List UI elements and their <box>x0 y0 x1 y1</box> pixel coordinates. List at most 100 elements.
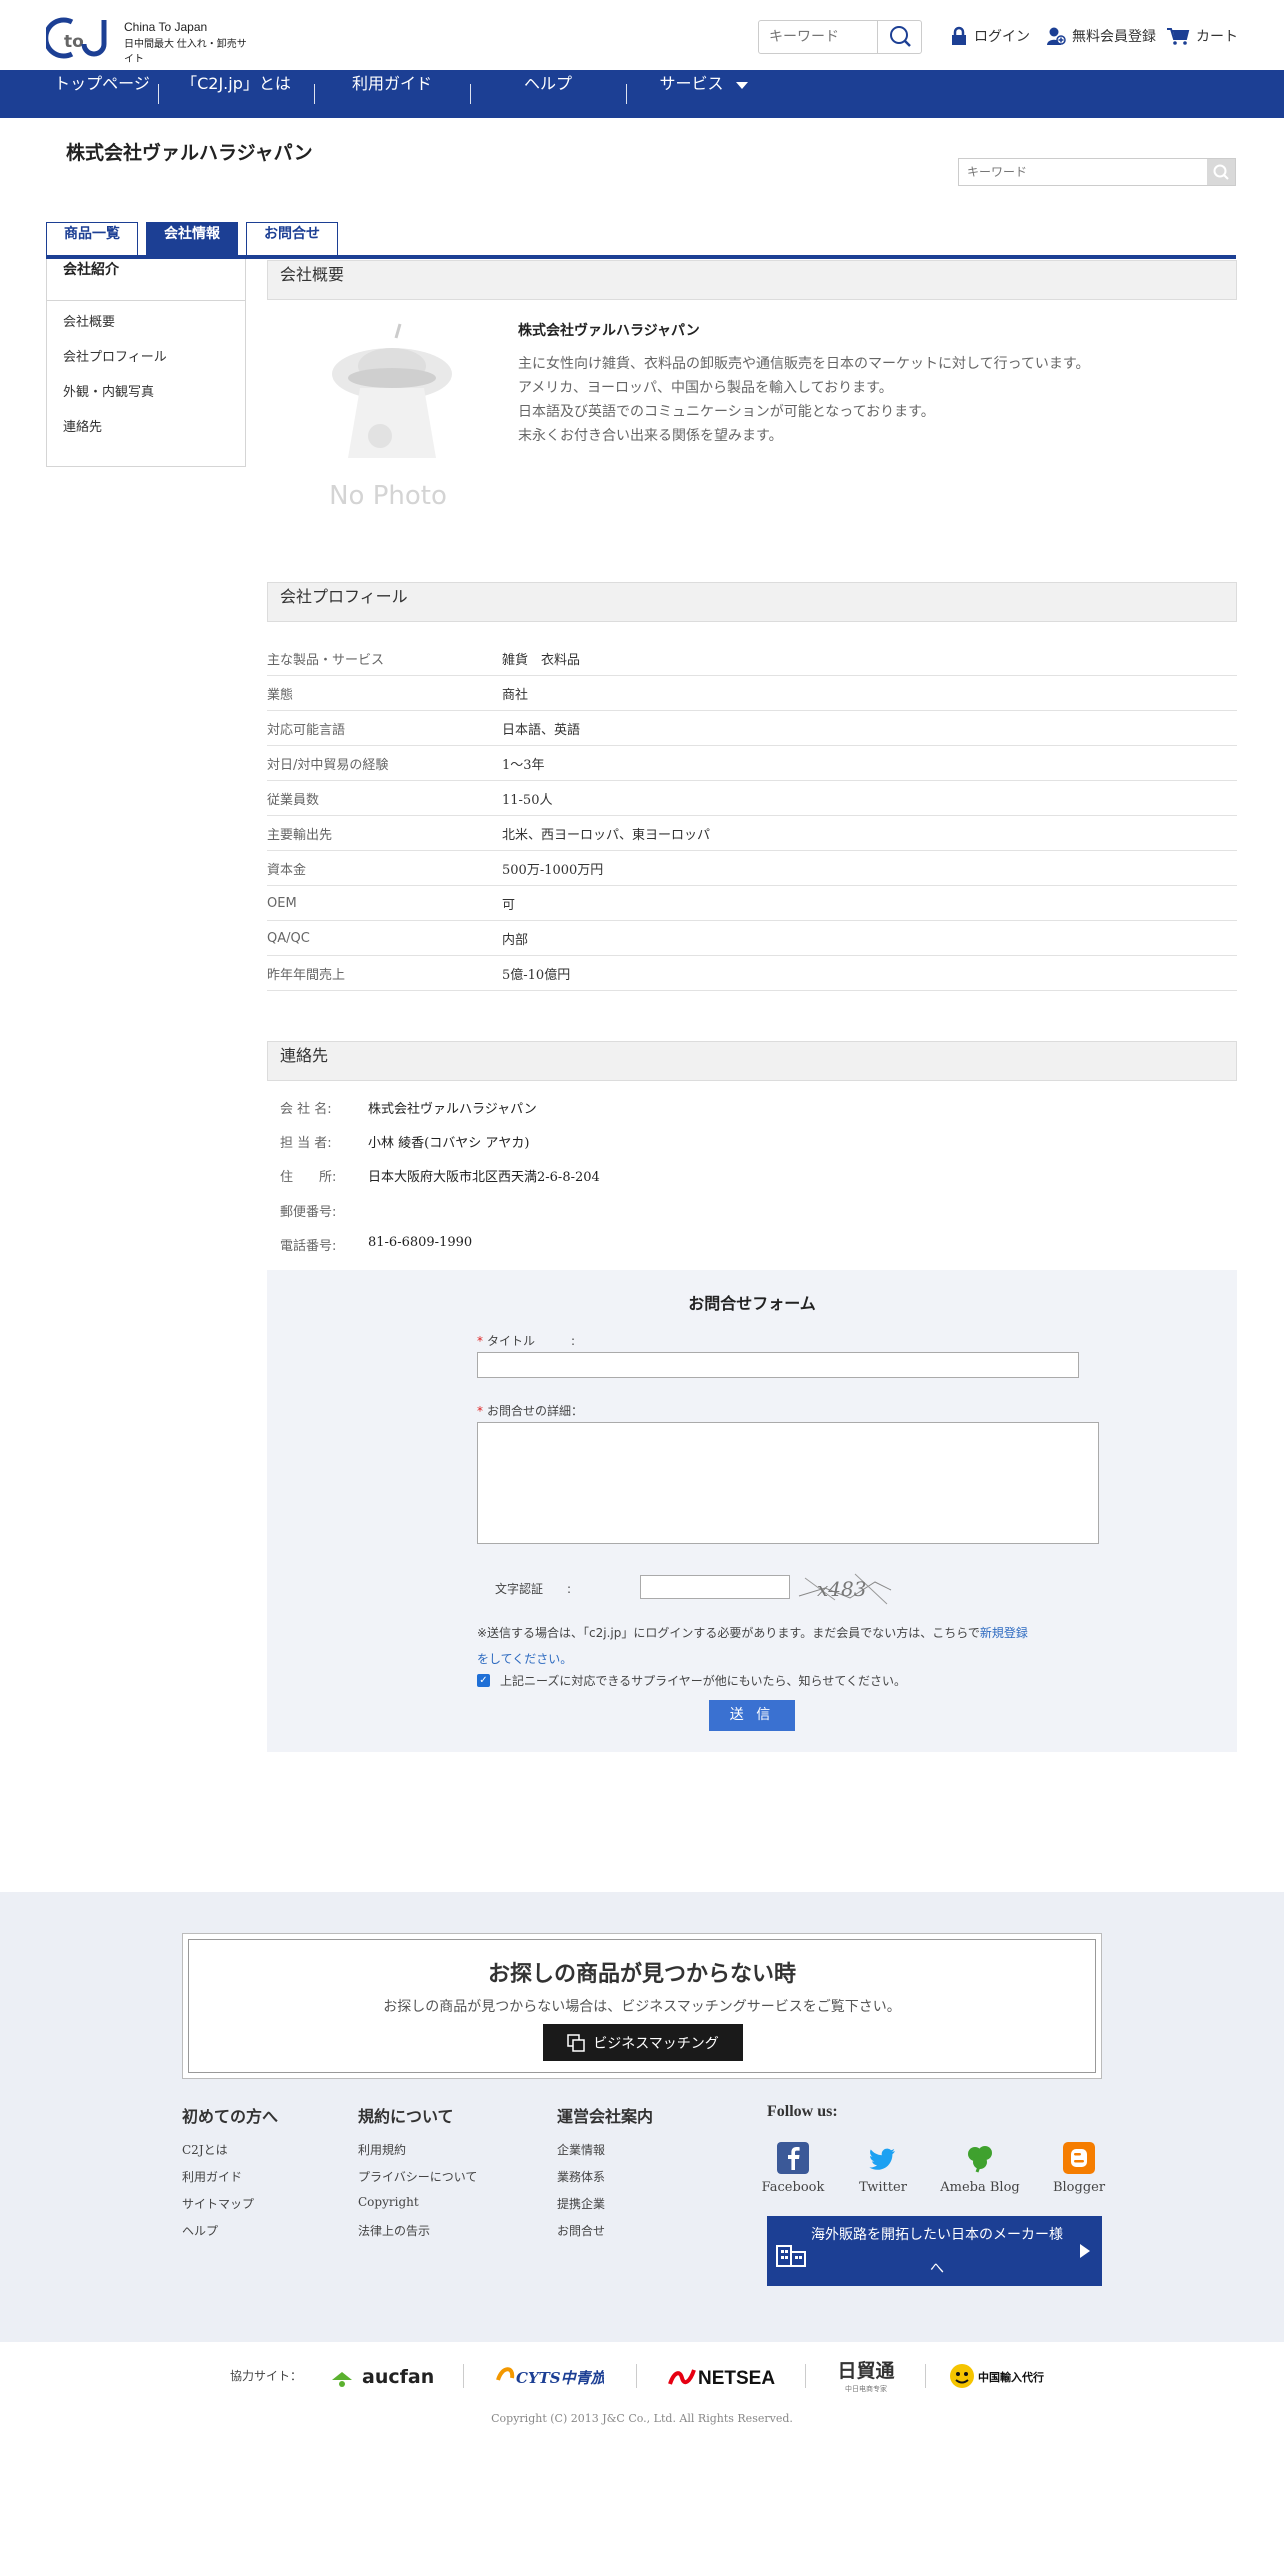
aucfan-logo: aucfan <box>332 2366 434 2388</box>
captcha-input[interactable] <box>640 1575 790 1599</box>
window-icon <box>567 2033 585 2052</box>
blogger-label: Blogger <box>1052 2180 1106 2195</box>
partner-name: aucfan <box>362 2366 434 2388</box>
footer-link[interactable]: 利用規約 <box>358 2141 477 2168</box>
partner-china-import[interactable]: 中国輸入代行 <box>948 2358 1058 2394</box>
nav-about[interactable]: 「C2J.jp」とは <box>158 70 314 118</box>
footer-link[interactable]: サイトマップ <box>182 2195 278 2222</box>
footer-link[interactable]: 業務体系 <box>557 2168 653 2195</box>
sidebar-item-contact[interactable]: 連絡先 <box>47 416 245 451</box>
tab-products[interactable]: 商品一覧 <box>46 222 138 256</box>
profile-key: 資本金 <box>267 862 307 878</box>
overview-company-name: 株式会社ヴァルハラジャパン <box>518 323 700 339</box>
partner-aucfan[interactable]: aucfan <box>328 2358 438 2394</box>
company-search-button[interactable] <box>1207 159 1235 185</box>
header-search-button[interactable] <box>877 21 921 53</box>
register-link[interactable]: 無料会員登録 <box>1046 26 1156 46</box>
footer-link[interactable]: プライバシーについて <box>358 2168 477 2195</box>
detail-label-text: お問合せの詳細： <box>487 1404 584 1418</box>
footer-link[interactable]: 提携企業 <box>557 2195 653 2222</box>
sidebar-item-profile[interactable]: 会社プロフィール <box>47 346 245 381</box>
login-link[interactable]: ログイン <box>950 26 1030 46</box>
business-matching-button[interactable]: ビジネスマッチング <box>543 2024 743 2061</box>
profile-row: 昨年年間売上 5億-10億円 <box>267 956 1237 991</box>
login-label: ログイン <box>974 29 1030 45</box>
cart-link[interactable]: カート <box>1166 26 1238 46</box>
partner-netsea[interactable]: NETSEA <box>664 2358 784 2394</box>
overview-line: アメリカ、ヨーロッパ、中国から製品を輸入しております。 <box>518 380 893 396</box>
notice-text: ※送信する場合は、「c2j.jp」にログインする必要があります。まだ会員でない方… <box>477 1626 980 1640</box>
twitter-icon <box>869 2148 895 2170</box>
captcha-label: 文字認証 : <box>495 1582 572 1596</box>
no-photo-image: No Photo <box>329 323 452 511</box>
profile-value: 11-50人 <box>502 792 553 808</box>
nav-guide[interactable]: 利用ガイド <box>314 70 470 118</box>
contact-row: 住 所: 日本大阪府大阪市北区西天満2-6-8-204 <box>280 1166 600 1186</box>
profile-row: OEM 可 <box>267 886 1237 921</box>
tab-company-info[interactable]: 会社情報 <box>146 222 238 256</box>
profile-value: 500万-1000万円 <box>502 862 604 878</box>
profile-table: 主な製品・サービス 雑貨 衣料品 業態 商社 対応可能言語 日本語、英語 対日/対中貿… <box>267 641 1237 991</box>
contact-key: 郵便番号: <box>280 1205 337 1220</box>
overview-description: 主に女性向け雑貨、衣料品の卸販売や通信販売を日本のマーケットに対して行っています… <box>518 352 1218 448</box>
twitter-link[interactable]: Twitter <box>848 2142 918 2195</box>
footer-link[interactable]: ヘルプ <box>182 2222 278 2249</box>
profile-row: 主要輸出先 北米、西ヨーロッパ、東ヨーロッパ <box>267 816 1237 851</box>
maker-banner[interactable]: 海外販路を開拓したい日本のメーカー様 へ <box>767 2216 1102 2286</box>
detail-field-label: * お問合せの詳細： <box>477 1402 583 1419</box>
submit-button[interactable]: 送 信 <box>709 1700 795 1731</box>
partner-nichibotsu[interactable]: 日貿通 中日电商专家 <box>826 2358 906 2394</box>
detail-textarea[interactable] <box>477 1422 1099 1544</box>
sidebar-item-photos[interactable]: 外観・内観写真 <box>47 381 245 416</box>
overview-section-header: 会社概要 <box>267 260 1237 300</box>
company-search-input[interactable] <box>959 159 1209 185</box>
footer-link[interactable]: 企業情報 <box>557 2141 653 2168</box>
footer-heading: 初めての方へ <box>182 2107 279 2126</box>
required-mark: * <box>477 1404 483 1418</box>
partners-bar <box>0 2342 1284 2568</box>
logo-tagline: 日中間最大 仕入れ・卸売サイト <box>124 39 247 65</box>
profile-row: 主な製品・サービス 雑貨 衣料品 <box>267 641 1237 676</box>
checkbox-label: 上記ニーズに対応できるサプライヤーが他にもいたら、知らせてください。 <box>500 1674 906 1688</box>
ameba-label: Ameba Blog <box>940 2180 1020 2195</box>
footer-link[interactable]: お問合せ <box>557 2222 653 2249</box>
inquiry-form: お問合せフォーム * タイトル : * お問合せの詳細： 文字認証 : x483 ※… <box>267 1270 1237 1752</box>
profile-key: 昨年年間売上 <box>267 967 346 983</box>
title-input[interactable] <box>477 1352 1079 1378</box>
nav-help[interactable]: ヘルプ <box>470 70 626 118</box>
header-search-input[interactable] <box>759 21 877 53</box>
footer-link[interactable]: 利用ガイド <box>182 2168 278 2195</box>
footer-link[interactable]: Copyright <box>358 2195 477 2222</box>
profile-key: QA/QC <box>267 930 310 946</box>
checkmark-icon: ✓ <box>477 1674 490 1687</box>
footer-link[interactable]: C2Jとは <box>182 2141 278 2168</box>
nav-service[interactable]: サービス <box>626 70 782 118</box>
china-import-logo: 中国輸入代行 <box>950 2364 1044 2388</box>
sidebar-item-overview[interactable]: 会社概要 <box>47 311 245 346</box>
partner-cyts[interactable]: CYTS中青旅 <box>494 2358 604 2394</box>
ameba-link[interactable]: Ameba Blog <box>940 2142 1020 2195</box>
notify-suppliers-checkbox[interactable]: ✓ 上記ニーズに対応できるサプライヤーが他にもいたら、知らせてください。 <box>477 1672 906 1689</box>
nav-service-label: サービス <box>659 74 724 93</box>
company-search <box>958 158 1236 186</box>
blogger-link[interactable]: Blogger <box>1044 2142 1114 2195</box>
overview-line: 末永くお付き合い出来る関係を望みます。 <box>518 428 783 444</box>
play-arrow-icon <box>1080 2244 1090 2258</box>
partner-subtitle: 中日电商专家 <box>845 2384 887 2393</box>
tab-inquiry[interactable]: お問合せ <box>246 222 338 256</box>
profile-row: 従業員数 11-50人 <box>267 781 1237 816</box>
twitter-label: Twitter <box>859 2180 907 2195</box>
profile-row: 業態 商社 <box>267 676 1237 711</box>
blogger-icon <box>1063 2142 1095 2174</box>
matching-banner-inner: お探しの商品が見つからない時 お探しの商品が見つからない場合は、ビジネスマッチン… <box>188 1939 1096 2073</box>
facebook-link[interactable]: Facebook <box>758 2142 828 2195</box>
cart-icon <box>1167 28 1190 45</box>
profile-key: 主要輸出先 <box>267 827 333 843</box>
site-logo[interactable]: to China To Japan 日中間最大 仕入れ・卸売サイト <box>46 16 256 65</box>
nav-top[interactable]: トップページ <box>46 70 158 118</box>
copyright: Copyright (C) 2013 J&C Co., Ltd. All Rig… <box>491 2412 793 2425</box>
footer-link[interactable]: 法律上の告示 <box>358 2222 477 2249</box>
contact-key: 電話番号: <box>280 1239 337 1254</box>
partner-divider <box>805 2364 806 2388</box>
profile-value: 日本語、英語 <box>502 722 581 738</box>
